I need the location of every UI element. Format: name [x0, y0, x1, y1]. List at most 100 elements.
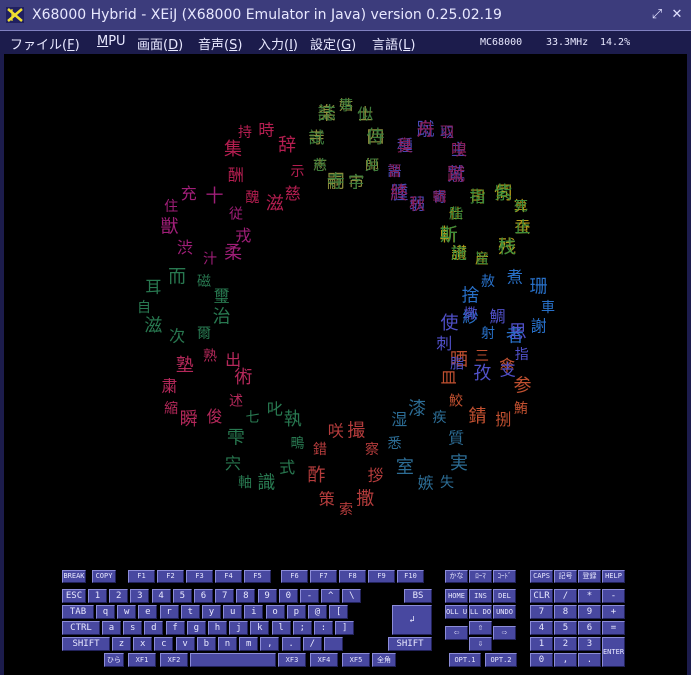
key-char-6[interactable]: n: [218, 637, 237, 651]
key-numpad-4-1[interactable]: ,: [554, 653, 577, 667]
key-char-1[interactable]: a: [102, 621, 121, 635]
key-undo[interactable]: UNDO: [493, 605, 516, 619]
key-mode-1[interactable]: 記号: [554, 570, 577, 583]
key-char-4[interactable]: 4: [151, 589, 171, 603]
key-esc[interactable]: ESC: [62, 589, 86, 603]
xeij-logo-icon[interactable]: [6, 7, 24, 23]
key-char-9[interactable]: .: [281, 637, 301, 651]
key-numpad-1-3[interactable]: +: [602, 605, 625, 619]
close-icon[interactable]: ✕: [669, 7, 685, 23]
key-numpad-3-1[interactable]: 2: [554, 637, 577, 651]
menu-screen[interactable]: 画面(D): [137, 34, 183, 53]
key-char-6[interactable]: 6: [194, 589, 213, 603]
key-zenkaku[interactable]: 全角: [372, 653, 396, 667]
key-ins[interactable]: INS: [469, 589, 492, 603]
key-char-y[interactable]: y: [202, 605, 221, 619]
menu-sound[interactable]: 音声(S): [198, 34, 242, 53]
key-numpad-3-2[interactable]: 3: [578, 637, 601, 651]
key-xf4[interactable]: XF4: [310, 653, 338, 667]
key-f7[interactable]: F7: [310, 570, 337, 583]
key-char-10[interactable]: ;: [292, 621, 312, 635]
key-numpad-0-3[interactable]: -: [602, 589, 625, 603]
key-char-2[interactable]: 2: [109, 589, 129, 603]
key-char-5[interactable]: 5: [172, 589, 192, 603]
key-shift-right[interactable]: SHIFT: [388, 637, 432, 651]
key-caps[interactable]: CAPS: [530, 570, 553, 583]
key-numpad-2-3[interactable]: =: [602, 621, 625, 635]
key-char-u[interactable]: u: [223, 605, 243, 619]
key-char-blank[interactable]: @: [308, 605, 327, 619]
restore-icon[interactable]: ⤢: [649, 7, 665, 23]
key-char-blank[interactable]: [: [329, 605, 349, 619]
key-char-9[interactable]: 9: [257, 589, 277, 603]
key-char-p[interactable]: p: [286, 605, 306, 619]
key-char-4[interactable]: v: [175, 637, 195, 651]
key-arrow-left-icon[interactable]: ⇦: [445, 626, 468, 640]
key-xf1[interactable]: XF1: [128, 653, 156, 667]
key-roll-down[interactable]: ROLL DOWN: [469, 605, 492, 619]
key-kana-mode-1[interactable]: ﾛｰﾏ: [469, 570, 492, 583]
key-arrow-up-icon[interactable]: ⇧: [469, 621, 492, 635]
emulator-screen[interactable]: 姑士四師市嗣志寺楽取主鷲寄弱腫語種蹴算蚕残産讃斬仕司伺車謝者射紗捨赦煮珊鮪捌錆鮫…: [4, 54, 687, 566]
key-char-10[interactable]: /: [302, 637, 322, 651]
key-xf5[interactable]: XF5: [342, 653, 370, 667]
key-char-10[interactable]: 0: [278, 589, 298, 603]
key-char-3[interactable]: 3: [130, 589, 150, 603]
key-char-12[interactable]: ^: [321, 589, 341, 603]
key-char-3[interactable]: c: [154, 637, 174, 651]
key-copy[interactable]: COPY: [92, 570, 116, 583]
key-xf2[interactable]: XF2: [160, 653, 188, 667]
key-f9[interactable]: F9: [368, 570, 395, 583]
key-shift-left[interactable]: SHIFT: [62, 637, 110, 651]
key-char-4[interactable]: f: [165, 621, 185, 635]
key-char-8[interactable]: k: [250, 621, 270, 635]
key-numpad-1-1[interactable]: 8: [554, 605, 577, 619]
key-xf3[interactable]: XF3: [278, 653, 306, 667]
key-char-12[interactable]: ]: [335, 621, 355, 635]
key-char-13[interactable]: \: [342, 589, 362, 603]
key-f2[interactable]: F2: [157, 570, 184, 583]
key-numpad-0-2[interactable]: *: [578, 589, 601, 603]
key-char-11[interactable]: -: [300, 589, 319, 603]
key-home[interactable]: HOME: [445, 589, 468, 603]
key-numpad-4-0[interactable]: 0: [530, 653, 553, 667]
key-help[interactable]: HELP: [602, 570, 625, 583]
key-tab[interactable]: TAB: [62, 605, 94, 619]
key-f6[interactable]: F6: [281, 570, 308, 583]
key-char-8[interactable]: 8: [236, 589, 256, 603]
key-numpad-1-0[interactable]: 7: [530, 605, 553, 619]
key-ctrl[interactable]: CTRL: [62, 621, 100, 635]
key-char-1[interactable]: z: [112, 637, 131, 651]
key-numpad-4-2[interactable]: .: [578, 653, 601, 667]
key-numpad-1-2[interactable]: 9: [578, 605, 601, 619]
key-roll-up[interactable]: ROLL UP: [445, 605, 468, 619]
key-char-7[interactable]: m: [239, 637, 259, 651]
key-kana-mode-2[interactable]: ｺｰﾄﾞ: [493, 570, 516, 583]
key-f8[interactable]: F8: [339, 570, 366, 583]
key-char-5[interactable]: b: [196, 637, 216, 651]
key-f3[interactable]: F3: [186, 570, 213, 583]
key-char-2[interactable]: x: [133, 637, 153, 651]
key-kana-mode-0[interactable]: かな: [445, 570, 468, 583]
menu-mpu[interactable]: MPU: [97, 34, 126, 49]
key-mode-2[interactable]: 登録: [578, 570, 601, 583]
key-char-9[interactable]: l: [271, 621, 291, 635]
key-char-2[interactable]: s: [123, 621, 143, 635]
key-enter[interactable]: ENTER: [602, 637, 625, 667]
key-char-11[interactable]: :: [314, 621, 333, 635]
key-char-t[interactable]: t: [180, 605, 200, 619]
key-char-7[interactable]: 7: [215, 589, 235, 603]
key-char-1[interactable]: 1: [88, 589, 107, 603]
menu-file[interactable]: ファイル(F): [10, 34, 80, 53]
key-space[interactable]: [190, 653, 276, 667]
key-numpad-0-0[interactable]: CLR: [530, 589, 553, 603]
key-backspace[interactable]: BS: [404, 589, 432, 603]
key-char-q[interactable]: q: [96, 605, 115, 619]
key-return[interactable]: ↲: [392, 605, 432, 635]
key-char-e[interactable]: e: [138, 605, 158, 619]
key-char-11[interactable]: [324, 637, 343, 651]
key-arrow-down-icon[interactable]: ⇩: [469, 637, 492, 651]
key-char-6[interactable]: h: [208, 621, 227, 635]
key-char-5[interactable]: g: [186, 621, 206, 635]
key-numpad-2-1[interactable]: 5: [554, 621, 577, 635]
